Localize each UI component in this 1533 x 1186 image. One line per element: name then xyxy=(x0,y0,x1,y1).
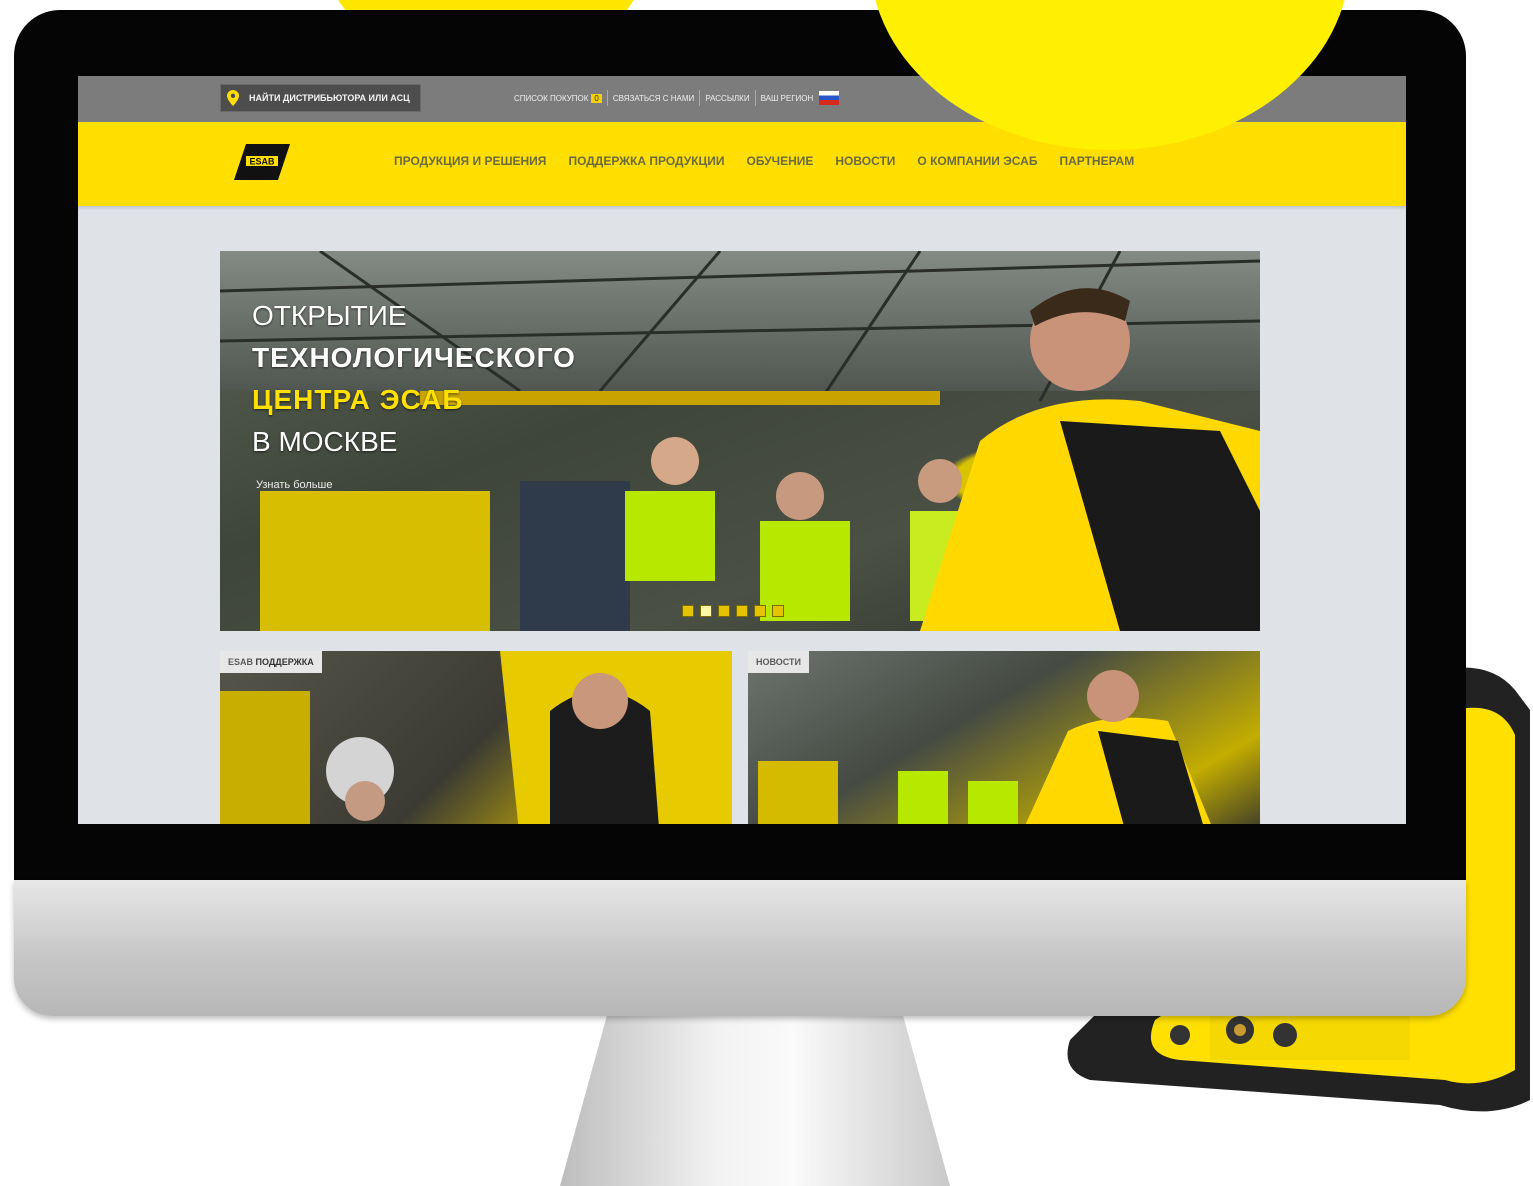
hero-line-2: ТЕХНОЛОГИЧЕСКОГО xyxy=(252,342,576,373)
support-tag-prefix: ESAB xyxy=(228,657,254,667)
hero-headline: ОТКРЫТИЕ ТЕХНОЛОГИЧЕСКОГО ЦЕНТРА ЭСАБ В … xyxy=(252,295,576,463)
monitor-chin xyxy=(14,880,1466,1016)
utility-links: СПИСОК ПОКУПОК 0 СВЯЗАТЬСЯ С НАМИ РАССЫЛ… xyxy=(514,90,840,106)
logo-text: ESAB xyxy=(249,157,275,167)
divider xyxy=(754,90,756,106)
nav-training[interactable]: ОБУЧЕНИЕ xyxy=(747,154,814,168)
nav-about[interactable]: О КОМПАНИИ ЭСАБ xyxy=(917,154,1037,168)
russia-flag-icon[interactable] xyxy=(819,91,840,105)
slider-pagination xyxy=(682,605,784,617)
region-selector[interactable]: ВАШ РЕГИОН xyxy=(761,94,814,103)
support-card-tag: ESAB ПОДДЕРЖКА xyxy=(220,651,322,673)
news-card-photo xyxy=(758,670,1211,824)
slider-dot-6[interactable] xyxy=(772,605,784,617)
news-card[interactable]: НОВОСТИ xyxy=(748,651,1260,824)
contact-link[interactable]: СВЯЗАТЬСЯ С НАМИ xyxy=(613,94,694,103)
nav-products[interactable]: ПРОДУКЦИЯ И РЕШЕНИЯ xyxy=(394,154,546,168)
esab-logo-icon[interactable]: ESAB xyxy=(234,144,290,180)
find-distributor-label: НАЙТИ ДИСТРИБЬЮТОРА ИЛИ АСЦ xyxy=(249,93,410,103)
slider-dot-1[interactable] xyxy=(682,605,694,617)
support-card-photo xyxy=(220,651,732,824)
newsletter-link[interactable]: РАССЫЛКИ xyxy=(705,94,749,103)
hero-line-1: ОТКРЫТИЕ xyxy=(252,300,407,331)
slider-dot-3[interactable] xyxy=(718,605,730,617)
support-tag-title: ПОДДЕРЖКА xyxy=(255,657,314,667)
main-header: ESAB ПРОДУКЦИЯ И РЕШЕНИЯ ПОДДЕРЖКА ПРОДУ… xyxy=(78,122,1406,206)
main-nav: ПРОДУКЦИЯ И РЕШЕНИЯ ПОДДЕРЖКА ПРОДУКЦИИ … xyxy=(394,154,1134,168)
find-distributor-button[interactable]: НАЙТИ ДИСТРИБЬЮТОРА ИЛИ АСЦ xyxy=(220,84,421,112)
support-card[interactable]: ESAB ПОДДЕРЖКА xyxy=(220,651,732,824)
slider-dot-4[interactable] xyxy=(736,605,748,617)
map-pin-icon xyxy=(227,90,239,106)
divider xyxy=(699,90,701,106)
nav-support[interactable]: ПОДДЕРЖКА ПРОДУКЦИИ xyxy=(568,154,724,168)
monitor-bezel: НАЙТИ ДИСТРИБЬЮТОРА ИЛИ АСЦ СПИСОК ПОКУП… xyxy=(14,10,1466,880)
hero-line-3: ЦЕНТРА ЭСАБ xyxy=(252,384,464,415)
monitor-stand xyxy=(560,1016,950,1186)
website-screen: НАЙТИ ДИСТРИБЬЮТОРА ИЛИ АСЦ СПИСОК ПОКУП… xyxy=(78,76,1406,824)
slider-dot-2[interactable] xyxy=(700,605,712,617)
hero-slider[interactable]: ОТКРЫТИЕ ТЕХНОЛОГИЧЕСКОГО ЦЕНТРА ЭСАБ В … xyxy=(220,251,1260,631)
monitor: НАЙТИ ДИСТРИБЬЮТОРА ИЛИ АСЦ СПИСОК ПОКУП… xyxy=(14,10,1466,1016)
nav-partners[interactable]: ПАРТНЕРАМ xyxy=(1059,154,1134,168)
learn-more-link[interactable]: Узнать больше xyxy=(256,479,332,491)
slider-dot-5[interactable] xyxy=(754,605,766,617)
news-card-tag: НОВОСТИ xyxy=(748,651,810,673)
cart-count-badge: 0 xyxy=(591,93,602,103)
hero-line-4: В МОСКВЕ xyxy=(252,426,398,457)
divider xyxy=(606,90,608,106)
shopping-list-link[interactable]: СПИСОК ПОКУПОК xyxy=(514,94,588,103)
nav-news[interactable]: НОВОСТИ xyxy=(835,154,895,168)
